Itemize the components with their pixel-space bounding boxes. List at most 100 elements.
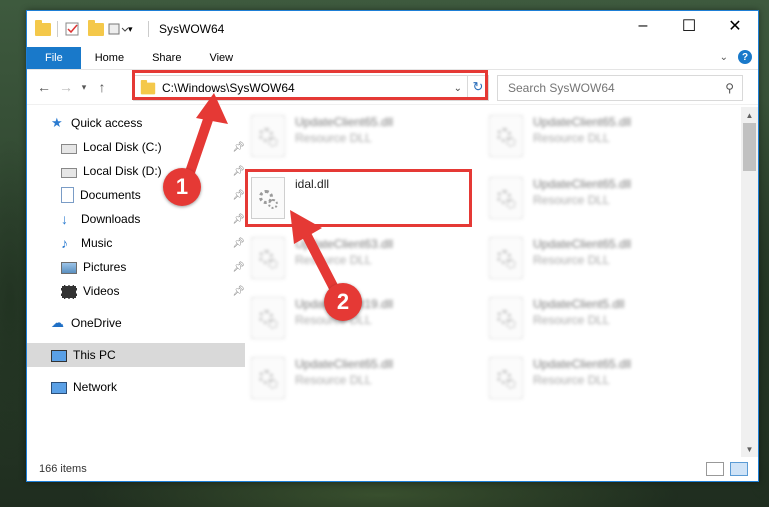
dll-file-icon — [251, 115, 285, 157]
file-name: UpdateClient65.dll — [533, 357, 632, 371]
maximize-button[interactable]: ☐ — [666, 11, 712, 41]
file-name: UpdateClient65.dll — [295, 357, 394, 371]
expand-ribbon-icon[interactable]: ⌄ — [720, 52, 728, 63]
tab-file[interactable]: File — [27, 47, 81, 69]
sidebar-item-label: Pictures — [83, 260, 127, 274]
tab-share[interactable]: Share — [138, 47, 195, 69]
drive-icon — [61, 167, 77, 178]
dll-file-icon — [251, 357, 285, 399]
help-icon[interactable]: ? — [738, 50, 752, 64]
navigation-pane: ★ Quick access Local Disk (C:) 📌︎ Local … — [27, 107, 245, 457]
window-controls: – ☐ ✕ — [620, 11, 758, 41]
scroll-up-icon[interactable]: ▲ — [741, 107, 758, 123]
vertical-scrollbar[interactable]: ▲ ▼ — [741, 107, 758, 457]
separator — [148, 21, 149, 37]
sidebar-item-label: Network — [73, 380, 118, 394]
tab-view[interactable]: View — [195, 47, 247, 69]
sidebar-item-label: OneDrive — [71, 316, 122, 330]
cloud-icon: ☁ — [51, 315, 64, 330]
recent-locations-icon[interactable]: ▾ — [77, 82, 91, 93]
file-name: UpdateClient65.dll — [533, 177, 632, 191]
window-title: SysWOW64 — [159, 22, 225, 36]
file-name: UpdateClient65.dll — [533, 237, 632, 251]
network-icon — [51, 382, 67, 394]
file-item[interactable]: UpdateClient63.dll Resource DLL — [251, 233, 471, 289]
status-bar: 166 items — [27, 457, 758, 481]
music-note-icon: ♪ — [61, 235, 68, 251]
details-view-icon[interactable] — [706, 462, 724, 476]
properties-icon[interactable] — [64, 21, 80, 37]
sidebar-item-label: Downloads — [81, 212, 141, 226]
file-item[interactable]: UpdateClient65.dll Resource DLL — [251, 353, 471, 409]
separator — [57, 21, 58, 37]
title-bar: ▾ SysWOW64 – ☐ ✕ — [27, 11, 758, 47]
sidebar-item-downloads[interactable]: ↓ Downloads 📌︎ — [27, 207, 255, 231]
sidebar-item-pictures[interactable]: Pictures 📌︎ — [27, 255, 255, 279]
large-icons-view-icon[interactable] — [730, 462, 748, 476]
address-bar-highlight — [132, 70, 488, 100]
new-folder-icon[interactable] — [88, 19, 104, 36]
search-box[interactable]: ⚲ — [497, 75, 743, 101]
close-button[interactable]: ✕ — [712, 11, 758, 41]
pictures-icon — [61, 262, 77, 274]
quick-access-toolbar: ▾ — [27, 19, 144, 37]
sidebar-item-label: Quick access — [71, 116, 143, 130]
file-item[interactable]: UpdateClient65.dll Resource DLL — [489, 111, 709, 167]
file-type: Resource DLL — [533, 193, 610, 207]
dll-file-icon — [251, 297, 285, 339]
file-type: Resource DLL — [295, 373, 372, 387]
search-input[interactable] — [506, 80, 710, 96]
file-item[interactable]: UpdateClient65.dll Resource DLL — [251, 111, 471, 167]
sidebar-item-local-disk-d[interactable]: Local Disk (D:) 📌︎ — [27, 159, 255, 183]
tab-home[interactable]: Home — [81, 47, 138, 69]
sidebar-item-network[interactable]: Network — [27, 375, 245, 399]
sidebar-item-quick-access[interactable]: ★ Quick access — [27, 111, 245, 135]
item-count: 166 items — [39, 463, 87, 475]
sidebar-item-local-disk-c[interactable]: Local Disk (C:) 📌︎ — [27, 135, 255, 159]
dll-file-icon — [489, 357, 523, 399]
file-type: Resource DLL — [295, 131, 372, 145]
sidebar-item-documents[interactable]: Documents 📌︎ — [27, 183, 255, 207]
sidebar-item-label: Music — [81, 236, 113, 250]
search-icon[interactable]: ⚲ — [725, 81, 734, 95]
file-name: UpdateClient65.dll — [533, 115, 632, 129]
file-item[interactable]: UpdateClient65.dll Resource DLL — [489, 173, 709, 229]
download-arrow-icon: ↓ — [61, 211, 68, 227]
sidebar-item-this-pc[interactable]: This PC — [27, 343, 245, 367]
sidebar-item-label: Documents — [80, 188, 141, 202]
file-item[interactable]: UpdateClient65.dll Resource DLL — [489, 353, 709, 409]
up-icon[interactable]: ↑ — [91, 79, 113, 95]
file-name: UpdateClient63.dll — [295, 237, 394, 251]
customize-icon[interactable] — [108, 21, 129, 37]
documents-icon — [61, 187, 74, 203]
sidebar-item-videos[interactable]: Videos 📌︎ — [27, 279, 255, 303]
file-item[interactable]: UpdateClient65.dll Resource DLL — [489, 233, 709, 289]
file-highlight — [245, 169, 472, 227]
file-type: Resource DLL — [533, 313, 610, 327]
dll-file-icon — [489, 115, 523, 157]
film-strip-icon — [61, 284, 77, 299]
file-name: UpdateClient5.dll — [533, 297, 625, 311]
back-icon[interactable]: ← — [33, 79, 55, 95]
ribbon-tabs: File Home Share View ⌄ ? — [27, 47, 758, 70]
scroll-down-icon[interactable]: ▼ — [741, 441, 758, 457]
ribbon-right: ⌄ ? — [720, 50, 752, 64]
drive-icon — [61, 143, 77, 154]
toolbar-dropdown-icon[interactable]: ▾ — [128, 21, 144, 37]
file-item[interactable]: UpdateClient5.dll Resource DLL — [489, 293, 709, 349]
dll-file-icon — [489, 237, 523, 279]
sidebar-item-music[interactable]: ♪ Music 📌︎ — [27, 231, 255, 255]
sidebar-item-label: This PC — [73, 348, 116, 362]
minimize-button[interactable]: – — [620, 11, 666, 41]
file-type: Resource DLL — [295, 253, 372, 267]
folder-icon — [35, 19, 51, 36]
computer-icon — [51, 350, 67, 362]
scroll-thumb[interactable] — [743, 123, 756, 171]
step-marker-1: 1 — [163, 168, 201, 206]
step-marker-2: 2 — [324, 283, 362, 321]
dll-file-icon — [251, 237, 285, 279]
forward-icon[interactable]: → — [55, 79, 77, 95]
sidebar-item-onedrive[interactable]: ☁ OneDrive — [27, 311, 245, 335]
file-name: UpdateClient65.dll — [295, 115, 394, 129]
file-type: Resource DLL — [533, 131, 610, 145]
